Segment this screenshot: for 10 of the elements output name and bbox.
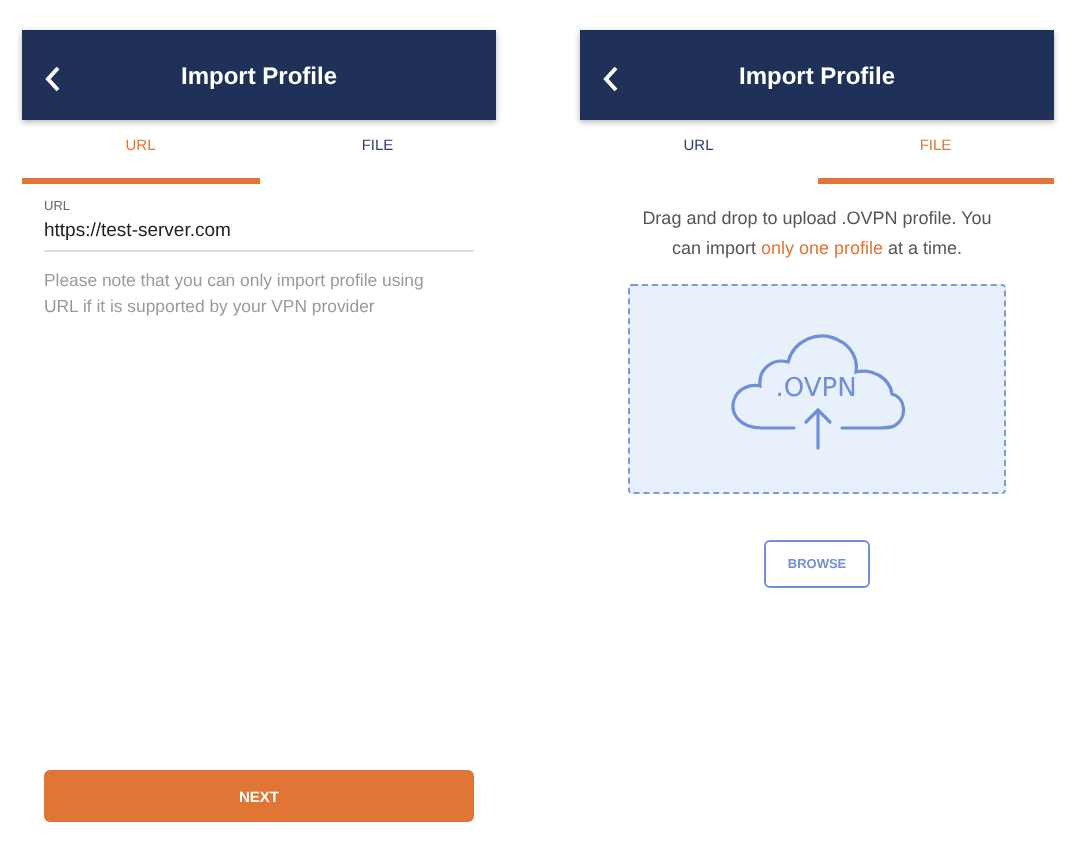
instructions-text: Drag and drop to upload .OVPN profile. You can import only one profile at a time. (640, 206, 994, 262)
screen-title: Import Profile (738, 61, 895, 89)
url-field[interactable]: https://test-server.com (44, 220, 474, 252)
file-type-label: .OVPN (774, 373, 856, 403)
back-icon[interactable] (602, 66, 620, 92)
back-icon[interactable] (44, 66, 62, 92)
drop-zone[interactable]: .OVPN (628, 284, 1006, 494)
help-note: Please note that you can only import profile using URL if it is supported by your VPN provider (44, 268, 426, 320)
cloud-upload-icon (730, 333, 905, 449)
screen-title: Import Profile (180, 61, 337, 89)
